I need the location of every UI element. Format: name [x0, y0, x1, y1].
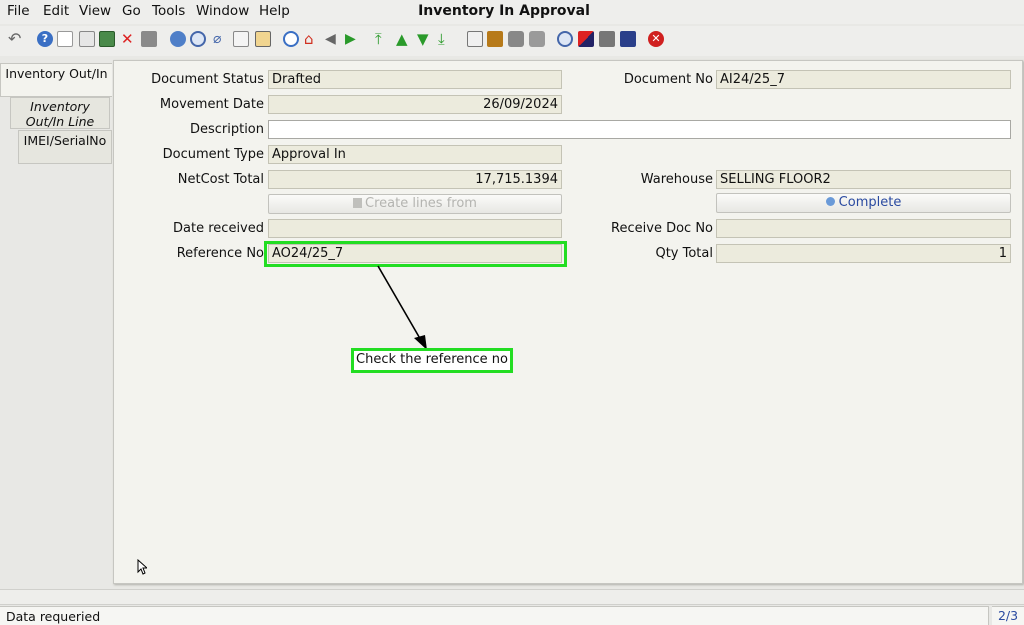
product-info-icon[interactable]	[620, 31, 636, 47]
new-icon[interactable]	[57, 31, 73, 47]
zoom-across-icon[interactable]	[557, 31, 573, 47]
document-status-field[interactable]: Drafted	[268, 70, 562, 89]
document-status-label: Document Status	[151, 72, 264, 87]
home-icon[interactable]	[283, 31, 299, 47]
description-label: Description	[189, 122, 264, 137]
separator-strip	[0, 589, 1024, 605]
record-pager[interactable]: 2/3	[992, 606, 1024, 625]
tab-inventory-out-in[interactable]: Inventory Out/In	[0, 63, 112, 97]
mouse-pointer-icon	[137, 559, 147, 575]
netcost-total-field[interactable]: 17,715.1394	[268, 170, 562, 189]
archive-icon[interactable]	[487, 31, 503, 47]
copy-icon[interactable]	[79, 31, 95, 47]
print-preview-icon[interactable]	[141, 31, 157, 47]
workflow-icon[interactable]	[599, 31, 615, 47]
warehouse-field[interactable]: SELLING FLOOR2	[716, 170, 1011, 189]
document-no-label: Document No	[623, 72, 713, 87]
attachment-icon[interactable]: ⌀	[213, 31, 229, 47]
receive-doc-no-field[interactable]	[716, 219, 1011, 238]
status-bar: Data requeried	[0, 606, 989, 625]
movement-date-field[interactable]: 26/09/2024	[268, 95, 562, 114]
tab-imei-serialno[interactable]: IMEI/SerialNo	[18, 130, 112, 164]
description-field[interactable]	[268, 120, 1011, 139]
date-received-label: Date received	[173, 221, 264, 236]
document-type-label: Document Type	[162, 147, 264, 162]
complete-button[interactable]: Complete	[716, 193, 1011, 213]
report-icon[interactable]	[467, 31, 483, 47]
find-icon[interactable]	[190, 31, 206, 47]
copy-icon	[353, 198, 363, 208]
undo-icon[interactable]: ↶	[8, 31, 24, 47]
receive-doc-no-label: Receive Doc No	[611, 221, 713, 236]
back-icon[interactable]: ◀	[325, 31, 341, 47]
house-icon[interactable]: ⌂	[304, 31, 320, 47]
create-lines-from-button[interactable]: Create lines from	[268, 194, 562, 214]
next-record-icon[interactable]: ▼	[417, 31, 433, 47]
create-lines-from-label: Create lines from	[365, 196, 477, 211]
process-icon	[825, 197, 835, 206]
qty-total-label: Qty Total	[655, 246, 713, 261]
document-type-field[interactable]: Approval In	[268, 145, 562, 164]
print-icon[interactable]	[508, 31, 524, 47]
annotation-arrow	[377, 265, 427, 350]
movement-date-label: Movement Date	[159, 97, 264, 112]
complete-label: Complete	[838, 195, 902, 210]
print-direct-icon[interactable]	[529, 31, 545, 47]
last-record-icon[interactable]: ⤓	[438, 31, 454, 47]
forward-icon[interactable]: ▶	[345, 31, 361, 47]
toolbar: ↶ ? ✕ ⌀ ⌂ ◀ ▶ ⤒ ▲ ▼ ⤓ ✕	[0, 26, 1024, 56]
warehouse-label: Warehouse	[640, 172, 713, 187]
qty-total-field[interactable]: 1	[716, 244, 1011, 263]
status-message: Data requeried	[6, 609, 101, 624]
save-icon[interactable]	[99, 31, 115, 47]
end-icon[interactable]: ✕	[648, 31, 664, 47]
history-icon[interactable]	[255, 31, 271, 47]
window-title: Inventory In Approval	[418, 3, 590, 19]
tab-inventory-out-in-line[interactable]: Inventory Out/In Line	[10, 97, 110, 129]
menubar: File Edit View Go Tools Window Help Inve…	[0, 0, 1024, 24]
refresh-icon[interactable]	[170, 31, 186, 47]
help-icon[interactable]: ?	[37, 31, 53, 47]
first-record-icon[interactable]: ⤒	[375, 31, 391, 47]
translate-icon[interactable]	[578, 31, 594, 47]
netcost-total-label: NetCost Total	[177, 172, 264, 187]
reference-no-label: Reference No	[176, 246, 264, 261]
chat-icon[interactable]	[233, 31, 249, 47]
annotation-callout: Check the reference no	[351, 348, 513, 373]
previous-record-icon[interactable]: ▲	[396, 31, 412, 47]
date-received-field[interactable]	[268, 219, 562, 238]
document-no-field[interactable]: AI24/25_7	[716, 70, 1011, 89]
delete-icon[interactable]: ✕	[121, 31, 137, 47]
